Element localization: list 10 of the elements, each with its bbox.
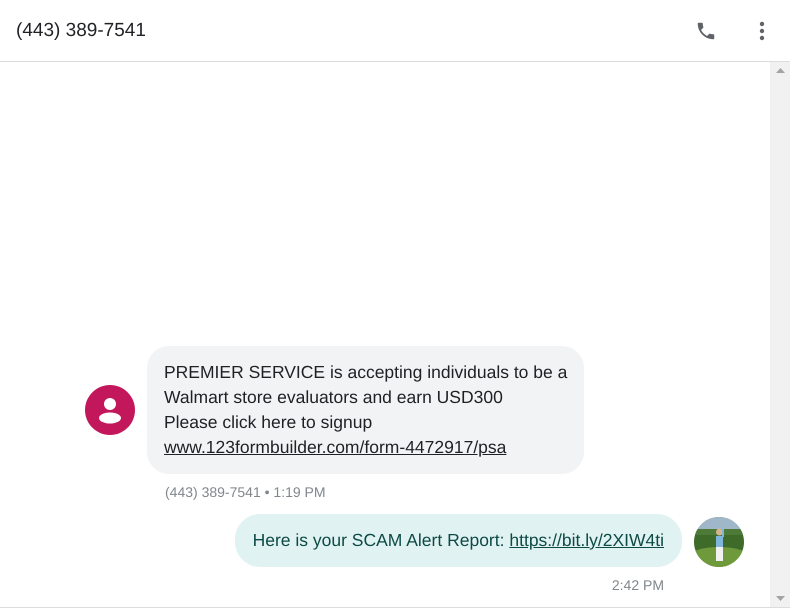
message-text: PREMIER SERVICE is accepting individuals to be a bbox=[164, 361, 568, 384]
message-timestamp: (443) 389-7541 • 1:19 PM bbox=[165, 484, 327, 500]
contact-name: (443) 389-7541 bbox=[16, 20, 147, 42]
message-text: Here is your SCAM Alert Report: bbox=[252, 530, 504, 550]
message-text: Walmart store evaluators and earn USD300 bbox=[164, 386, 504, 409]
contact-avatar-icon bbox=[85, 385, 135, 435]
message-link[interactable]: www.123formbuilder.com/form-4472917/psa bbox=[164, 437, 506, 457]
message-timestamp: 2:42 PM bbox=[610, 577, 664, 593]
message-text: Please click here to signup bbox=[164, 411, 374, 434]
message-link[interactable]: https://bit.ly/2XIW4ti bbox=[509, 530, 664, 550]
